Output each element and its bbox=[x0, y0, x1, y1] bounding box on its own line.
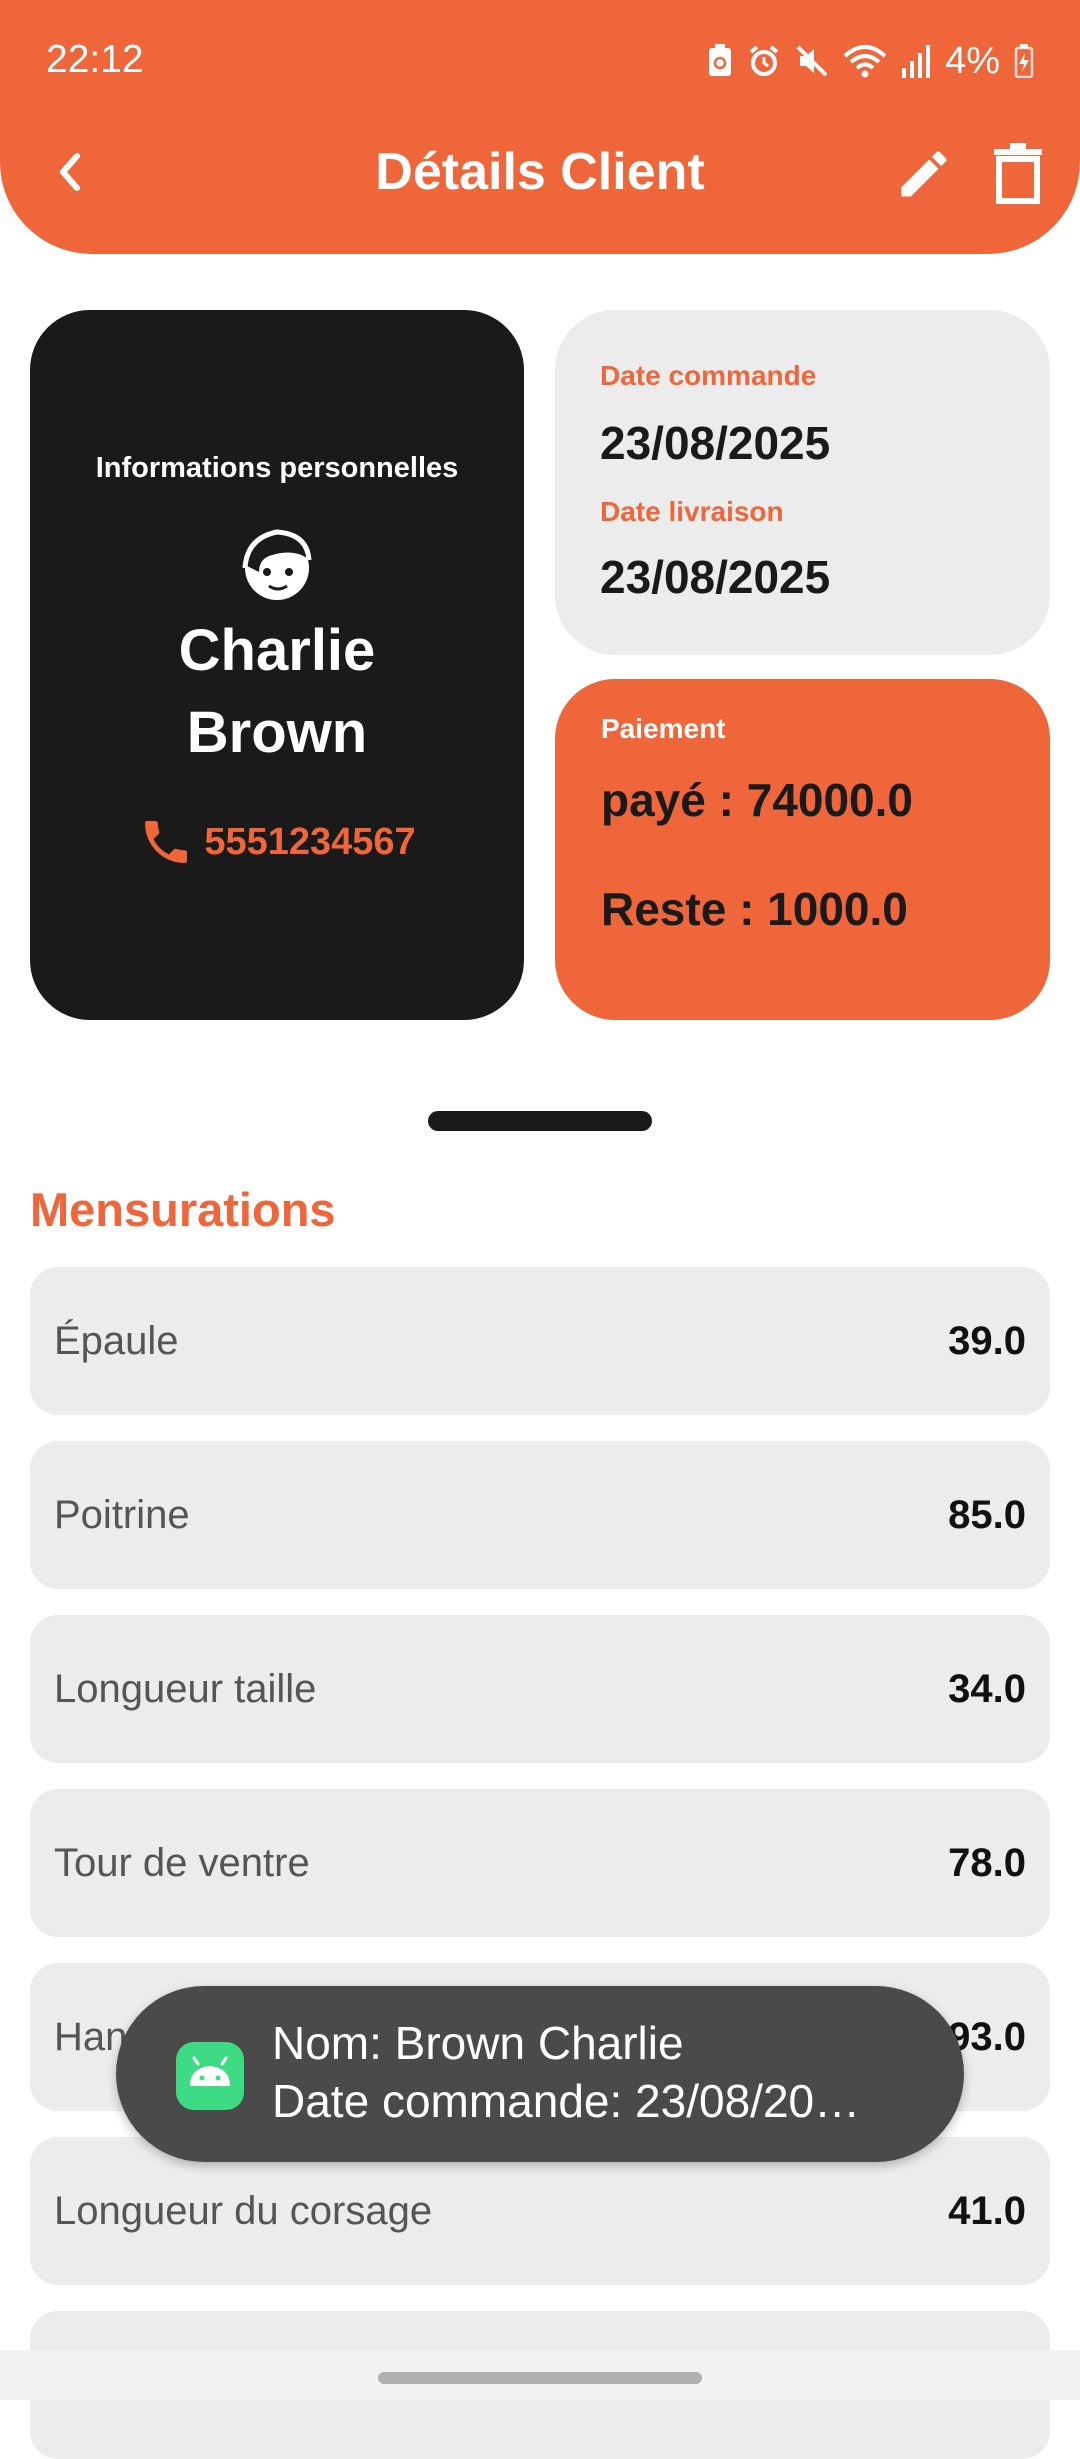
personal-info-heading: Informations personnelles bbox=[95, 452, 459, 484]
person-face-icon bbox=[242, 529, 312, 600]
measurement-value: 34.0 bbox=[948, 1667, 1026, 1711]
signal-icon bbox=[902, 45, 931, 78]
battery-charging-icon bbox=[1014, 44, 1034, 78]
measurement-row: Épaule 39.0 bbox=[30, 1267, 1050, 1415]
pencil-icon bbox=[901, 151, 947, 197]
android-app-icon bbox=[176, 2042, 244, 2110]
mute-icon bbox=[796, 45, 828, 77]
client-first-name: Charlie bbox=[178, 618, 376, 683]
phone-link[interactable]: 5551234567 bbox=[30, 814, 524, 870]
toast-message: Nom: Brown Charlie Date commande: 23/08/… bbox=[116, 1986, 964, 2162]
status-time: 22:12 bbox=[46, 38, 144, 81]
payment-label: Paiement bbox=[601, 713, 726, 744]
dates-card: Date commande 23/08/2025 Date livraison … bbox=[555, 310, 1050, 655]
phone-icon bbox=[145, 821, 188, 863]
order-date-label: Date commande bbox=[600, 360, 817, 391]
measurement-row: Longueur taille 34.0 bbox=[30, 1615, 1050, 1763]
toast-line-name: Nom: Brown Charlie bbox=[272, 2017, 684, 2069]
delete-button[interactable] bbox=[982, 138, 1054, 210]
measurement-row: Poitrine 85.0 bbox=[30, 1441, 1050, 1589]
client-last-name: Brown bbox=[186, 700, 368, 765]
measurement-value: 41.0 bbox=[948, 2189, 1026, 2233]
phone-number: 5551234567 bbox=[204, 820, 416, 863]
app-header: 22:12 4% Détails Client bbox=[0, 0, 1080, 254]
measurement-label: Poitrine bbox=[54, 1493, 190, 1537]
status-icons: 4% bbox=[707, 38, 1034, 84]
payment-card: Paiement payé : 74000.0 Reste : 1000.0 bbox=[555, 679, 1050, 1020]
measurements-title: Mensurations bbox=[30, 1183, 336, 1236]
paid-amount: payé : 74000.0 bbox=[601, 774, 914, 826]
measurement-value: 85.0 bbox=[948, 1493, 1026, 1537]
home-indicator[interactable] bbox=[378, 2372, 702, 2384]
remaining-amount: Reste : 1000.0 bbox=[601, 883, 908, 935]
battery-percent: 4% bbox=[945, 39, 1000, 82]
trash-icon bbox=[994, 143, 1042, 204]
measurement-label: Épaule bbox=[54, 1319, 179, 1363]
personal-info-card: Informations personnelles Charlie Brown … bbox=[30, 310, 524, 1020]
measurement-value: 39.0 bbox=[948, 1319, 1026, 1363]
measurement-row: Tour de ventre 78.0 bbox=[30, 1789, 1050, 1937]
drag-handle[interactable] bbox=[428, 1111, 652, 1131]
measurement-value: 78.0 bbox=[948, 1841, 1026, 1885]
measurement-label: Tour de ventre bbox=[54, 1841, 310, 1885]
delivery-date-label: Date livraison bbox=[600, 496, 784, 527]
delivery-date-value: 23/08/2025 bbox=[600, 551, 831, 603]
measurement-label: Longueur taille bbox=[54, 1667, 317, 1711]
client-name: Charlie Brown bbox=[30, 610, 524, 774]
alarm-icon bbox=[749, 45, 779, 76]
battery-saver-icon bbox=[709, 44, 732, 76]
edit-button[interactable] bbox=[888, 138, 960, 210]
toast-line-date: Date commande: 23/08/20… bbox=[272, 2075, 861, 2127]
wifi-icon bbox=[843, 45, 887, 78]
order-date-value: 23/08/2025 bbox=[600, 417, 831, 469]
